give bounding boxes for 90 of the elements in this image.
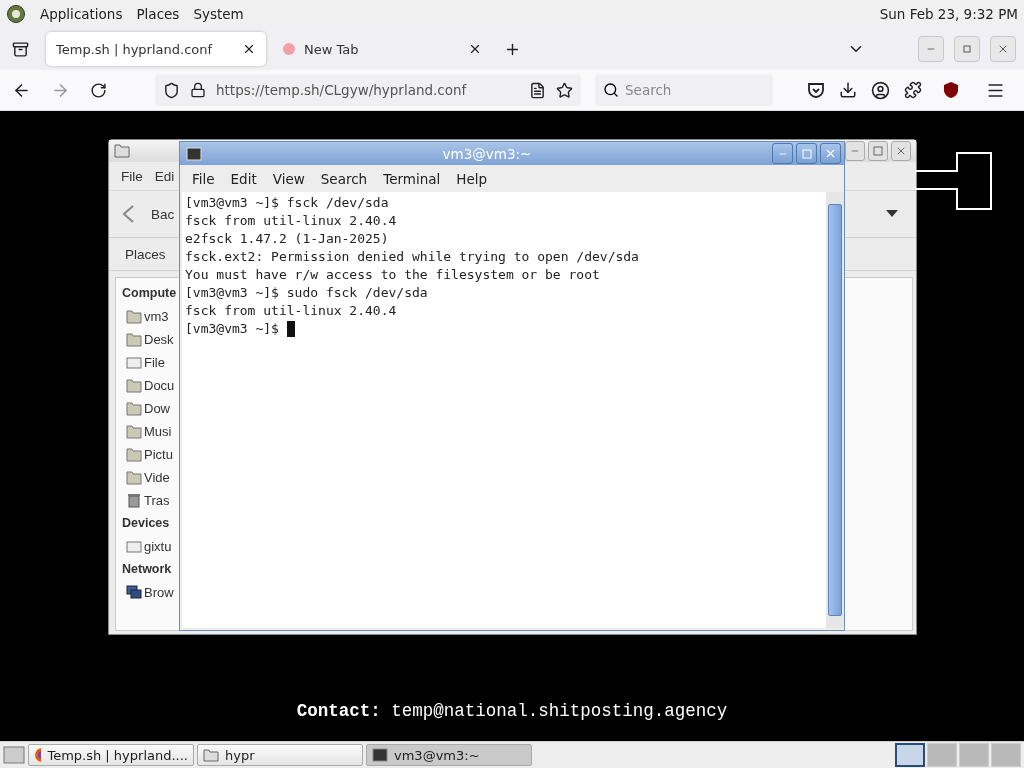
maximize-icon	[962, 44, 972, 54]
contact-label: Contact:	[296, 701, 381, 721]
logo-icon[interactable]	[6, 4, 26, 24]
sidebar-item[interactable]: Docu	[122, 374, 175, 397]
folder-icon	[203, 748, 219, 762]
menu-item[interactable]: Terminal	[375, 170, 449, 187]
browser-icon	[34, 747, 42, 763]
menu-item[interactable]: File	[184, 170, 223, 187]
folder-icon	[126, 401, 142, 416]
terminal-line: fsck from util-linux 2.40.4	[185, 212, 397, 230]
sidebar-heading: Compute	[122, 285, 177, 302]
terminal-line: fsck.ext2: Permission denied while trying to open /dev/sda	[185, 248, 639, 266]
terminal-line: [vm3@vm3 ~]$ fsck /dev/sda	[185, 194, 389, 212]
maximize-button[interactable]	[796, 143, 817, 164]
sidebar-item[interactable]: gixtu	[122, 535, 172, 558]
search-icon	[603, 82, 619, 98]
sidebar-item[interactable]: Dow	[122, 397, 170, 420]
taskbar-item[interactable]: Temp.sh | hyprland....	[28, 744, 194, 766]
drive-icon	[126, 539, 142, 554]
reader-icon[interactable]	[529, 81, 546, 99]
lock-icon[interactable]	[190, 82, 206, 98]
places-label[interactable]: Places	[125, 246, 166, 262]
sidebar-item[interactable]: Brow	[122, 581, 174, 604]
sidebar-item[interactable]: vm3	[122, 305, 169, 328]
terminal-line: fsck from util-linux 2.40.4	[185, 302, 397, 320]
terminal-line: [vm3@vm3 ~]$	[185, 320, 280, 338]
sidebar-item[interactable]: Musi	[122, 420, 172, 443]
sidebar-item[interactable]: Tras	[122, 489, 170, 512]
scrollbar-thumb[interactable]	[828, 204, 842, 616]
dropdown-arrow-icon[interactable]	[886, 210, 898, 218]
folder-icon	[126, 470, 142, 485]
toolbar-button[interactable]: Bac	[151, 206, 175, 222]
shield-icon[interactable]	[942, 81, 960, 99]
sidebar-item[interactable]: Desk	[122, 328, 174, 351]
sidebar-item[interactable]: Vide	[122, 466, 170, 489]
contact-email: temp@national.shitposting.agency	[391, 701, 728, 721]
folder-icon	[126, 378, 142, 393]
taskbar-item[interactable]: hypr	[197, 744, 363, 766]
folder-icon	[126, 309, 142, 324]
close-button[interactable]	[891, 141, 911, 161]
menu-item[interactable]: View	[264, 170, 313, 187]
folder-icon	[126, 447, 142, 462]
clock[interactable]: Sun Feb 23, 9:32 PM	[879, 6, 1018, 22]
terminal-icon	[186, 146, 202, 161]
shield-icon[interactable]	[163, 81, 180, 99]
sidebar-item[interactable]: File	[122, 351, 165, 374]
account-icon[interactable]	[871, 80, 890, 100]
menu-item[interactable]: Edit	[222, 170, 265, 187]
address-bar[interactable]: https://temp.sh/CLgyw/hyprland.conf	[155, 74, 581, 106]
extensions-icon[interactable]	[904, 81, 922, 99]
maximize-icon	[801, 148, 812, 159]
panel-menu[interactable]: Places	[136, 6, 180, 22]
close-icon	[824, 147, 837, 160]
menu-item[interactable]: Help	[448, 170, 496, 187]
close-icon[interactable]	[242, 42, 256, 56]
panel-menu[interactable]: System	[193, 6, 244, 22]
panel-menu[interactable]: Applications	[40, 6, 123, 22]
workspace-button[interactable]	[895, 743, 925, 767]
close-icon[interactable]	[468, 42, 482, 56]
folder-icon	[126, 332, 142, 347]
terminal-line: e2fsck 1.47.2 (1-Jan-2025)	[185, 230, 389, 248]
taskbar-item[interactable]: vm3@vm3:~	[366, 744, 532, 766]
close-icon	[895, 145, 907, 157]
sidebar-item[interactable]: Pictu	[122, 443, 173, 466]
favicon-icon	[282, 42, 296, 56]
window-title: vm3@vm3:~	[441, 145, 533, 162]
sidebar-heading: Devices	[122, 515, 170, 532]
trash-icon	[126, 493, 142, 508]
close-button[interactable]	[820, 143, 841, 164]
close-icon	[997, 43, 1009, 55]
drive-icon	[126, 355, 142, 370]
folder-icon	[114, 144, 130, 158]
download-icon[interactable]	[839, 81, 857, 99]
star-icon[interactable]	[556, 81, 573, 99]
maximize-icon	[873, 146, 883, 156]
menu-item[interactable]: Edi	[154, 168, 175, 184]
network-icon	[126, 585, 142, 600]
pocket-icon[interactable]	[807, 81, 825, 99]
menu-item[interactable]: File	[121, 168, 143, 184]
menu-item[interactable]: Search	[312, 170, 376, 187]
reload-icon[interactable]	[90, 81, 107, 99]
browser-tab[interactable]: Temp.sh | hyprland.conf	[46, 32, 266, 66]
search-field[interactable]: Search	[595, 74, 773, 106]
sidebar-heading: Network	[122, 561, 172, 578]
folder-icon	[126, 424, 142, 439]
terminal-line: You must have r/w access to the filesystem or be root	[185, 266, 600, 284]
cursor	[286, 321, 295, 337]
terminal-line: [vm3@vm3 ~]$ sudo fsck /dev/sda	[185, 284, 428, 302]
browser-tab[interactable]: New Tab	[272, 32, 492, 66]
terminal-icon	[372, 748, 388, 762]
